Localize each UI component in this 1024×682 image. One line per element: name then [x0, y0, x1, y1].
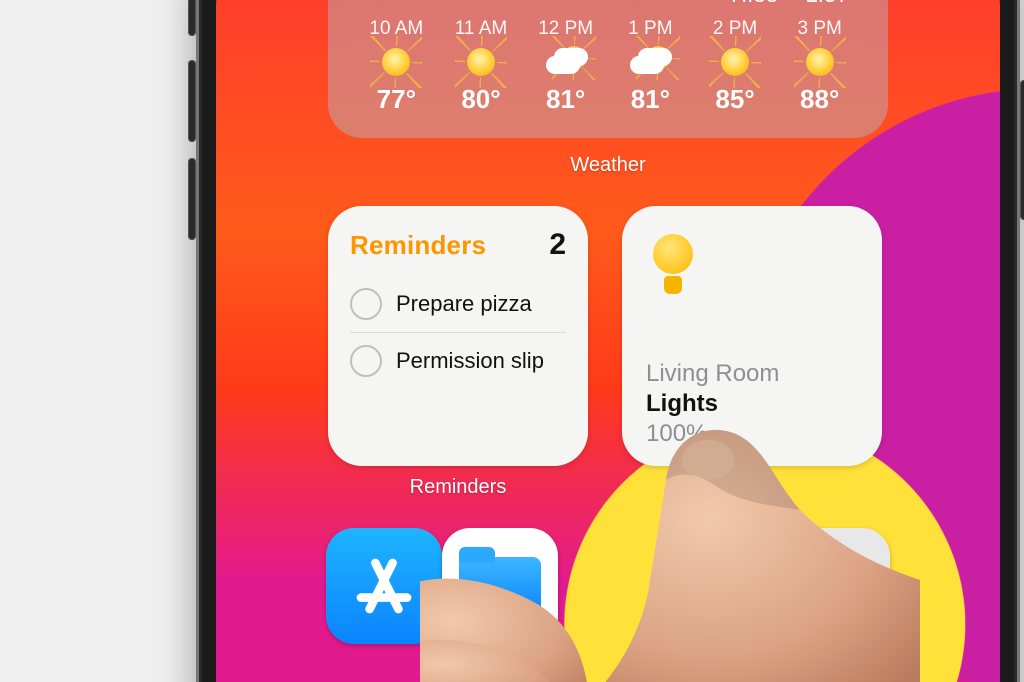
home-screen-apps: Camera — [326, 528, 890, 673]
home-room-label: Living Room — [646, 360, 858, 388]
mute-switch[interactable] — [188, 0, 196, 36]
weather-hour-temp: 81° — [608, 84, 693, 115]
home-widget-wrap: Living Room Lights 100% — [622, 206, 882, 466]
app-files[interactable] — [442, 528, 558, 673]
side-button[interactable] — [1020, 80, 1024, 220]
cloud-sun-icon — [608, 40, 693, 84]
sun-icon — [439, 40, 524, 84]
home-level-label: 100% — [646, 420, 858, 448]
weather-hour: 12 PM 81° — [523, 18, 608, 115]
home-widget[interactable]: Living Room Lights 100% — [622, 206, 882, 466]
appstore-icon — [326, 528, 442, 644]
weather-hourly-row: 10 AM 77° 11 AM 80° 12 PM 81° — [346, 14, 870, 115]
weather-hour-temp: 81° — [523, 84, 608, 115]
app-camera[interactable]: Camera — [774, 528, 890, 673]
reminders-count: 2 — [549, 228, 566, 262]
volume-up-button[interactable] — [188, 60, 196, 142]
reminder-item[interactable]: Permission slip — [350, 332, 566, 389]
reminders-widget-label: Reminders — [328, 476, 588, 499]
weather-hour-temp: 80° — [439, 84, 524, 115]
weather-widget[interactable]: H:88° L:57° 10 AM 77° 11 AM 80° — [328, 0, 888, 138]
app-label: Camera — [774, 652, 890, 673]
article-stage: H:88° L:57° 10 AM 77° 11 AM 80° — [0, 0, 1024, 682]
cloud-sun-icon — [523, 40, 608, 84]
reminder-item[interactable]: Prepare pizza — [350, 276, 566, 332]
weather-hour: 2 PM 85° — [693, 18, 778, 115]
camera-icon — [774, 528, 890, 644]
reminder-text: Permission slip — [396, 348, 544, 374]
volume-down-button[interactable] — [188, 158, 196, 240]
reminders-widget[interactable]: Reminders 2 Prepare pizza Permission sli… — [328, 206, 588, 466]
weather-hour: 10 AM 77° — [354, 18, 439, 115]
reminders-widget-wrap: Reminders 2 Prepare pizza Permission sli… — [328, 206, 588, 499]
home-device-label: Lights — [646, 390, 858, 418]
lightbulb-icon — [650, 234, 696, 294]
weather-hour-temp: 88° — [777, 84, 862, 115]
spacer — [558, 528, 774, 673]
weather-hour-temp: 77° — [354, 84, 439, 115]
phone-screen: H:88° L:57° 10 AM 77° 11 AM 80° — [216, 0, 1000, 682]
reminder-checkbox[interactable] — [350, 288, 382, 320]
sun-icon — [693, 40, 778, 84]
reminder-checkbox[interactable] — [350, 345, 382, 377]
reminder-text: Prepare pizza — [396, 291, 532, 317]
weather-high: H:88° — [731, 0, 787, 8]
weather-hour: 3 PM 88° — [777, 18, 862, 115]
weather-widget-label: Weather — [216, 154, 1000, 177]
weather-hi-lo: H:88° L:57° — [346, 0, 870, 8]
files-icon — [442, 528, 558, 644]
reminders-title: Reminders — [350, 230, 486, 261]
sun-icon — [354, 40, 439, 84]
weather-hour: 11 AM 80° — [439, 18, 524, 115]
weather-hour-temp: 85° — [693, 84, 778, 115]
phone-chassis: H:88° L:57° 10 AM 77° 11 AM 80° — [196, 0, 1020, 682]
weather-hour: 1 PM 81° — [608, 18, 693, 115]
app-appstore[interactable] — [326, 528, 442, 673]
weather-low: L:57° — [805, 0, 858, 8]
sun-icon — [777, 40, 862, 84]
